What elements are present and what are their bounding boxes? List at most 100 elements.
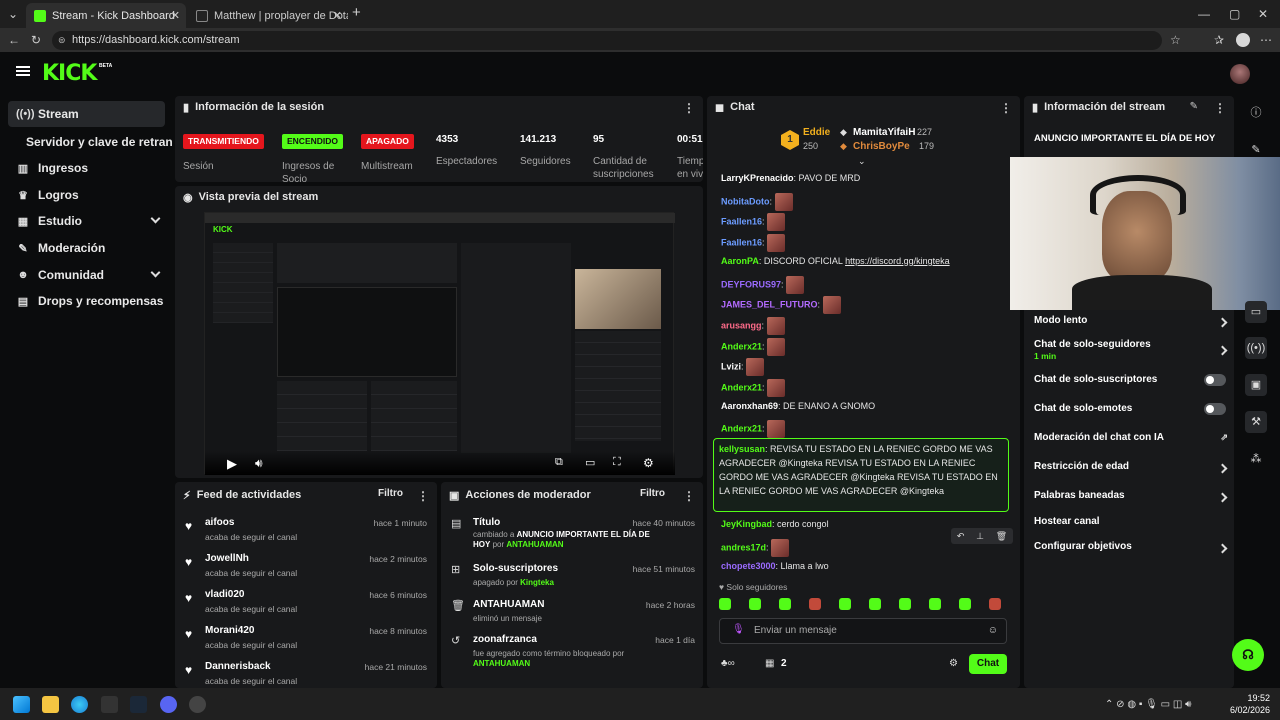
hamburger-menu-icon[interactable] [16, 66, 30, 68]
emote-icon[interactable] [786, 275, 805, 294]
site-info-icon[interactable]: ⊜ [58, 31, 66, 50]
chat-username[interactable]: Anderx21 [721, 424, 762, 434]
microphone-icon[interactable]: 🎙︎ [732, 624, 745, 635]
chat-link[interactable]: https://discord.gg/kingteka [845, 256, 950, 266]
support-button[interactable]: ☊ [1232, 639, 1264, 671]
chat-username[interactable]: Lvizi [721, 362, 741, 372]
delete-icon[interactable]: 🗑︎ [996, 531, 1007, 542]
pin-icon[interactable]: ⊥ [976, 531, 984, 542]
mod-action-title[interactable]: ANTAHUAMAN [473, 599, 544, 610]
setting-ai-moderation[interactable]: Moderación del chat con IA ⇗ [1034, 432, 1234, 443]
setting-host-channel[interactable]: Hostear canal [1034, 516, 1234, 527]
quick-emote-icon[interactable] [899, 598, 911, 610]
emote-icon[interactable] [767, 234, 786, 253]
sidebar-item-comunidad[interactable]: ☻ Comunidad [8, 262, 165, 288]
edge-browser-icon[interactable] [71, 696, 88, 713]
chat-username[interactable]: LarryKPrenacido [721, 173, 794, 183]
sidebar-item-stream[interactable]: ((•)) Stream [8, 101, 165, 127]
wrench-icon[interactable]: ⚒ [1245, 411, 1267, 433]
sidebar-item-drops[interactable]: ▤ Drops y recompensas [8, 288, 165, 314]
system-tray-icons[interactable]: ⌃ ⊘ ◍ ▪ 🎙︎ ▭ ◫ 🔊︎ [1105, 699, 1191, 710]
chat-username[interactable]: Anderx21 [721, 341, 762, 351]
pip-icon[interactable]: ⧉ [555, 456, 563, 469]
settings-gear-icon[interactable]: ⚙ [643, 456, 654, 470]
more-options-icon[interactable]: ⋮ [683, 489, 695, 503]
sidebar-item-estudio[interactable]: ▦ Estudio [8, 208, 165, 234]
follower-name[interactable]: JowellNh [205, 553, 249, 564]
discord-icon[interactable] [160, 696, 177, 713]
follower-name[interactable]: vladi020 [205, 589, 244, 600]
quick-emote-icon[interactable] [779, 598, 791, 610]
quick-emote-icon[interactable] [989, 598, 1001, 610]
quick-emote-icon[interactable] [719, 598, 731, 610]
chat-username[interactable]: andres17d [721, 542, 766, 552]
moderator-name[interactable]: ANTAHUAMAN [506, 540, 563, 549]
top-gifter-name[interactable]: Eddie [803, 127, 830, 138]
emote-icon[interactable] [766, 316, 785, 335]
steam-icon[interactable] [130, 696, 147, 713]
chat-username[interactable]: JeyKingbad [721, 519, 772, 529]
subscribers-only-toggle[interactable] [1204, 374, 1226, 386]
clock-time[interactable]: 19:52 [1230, 693, 1270, 703]
profile-avatar[interactable] [1236, 33, 1250, 47]
edit-pencil-icon[interactable]: ✎ [1190, 101, 1198, 112]
fullscreen-icon[interactable]: ⛶ [613, 456, 621, 469]
gift-box-icon[interactable]: ▦ [765, 658, 774, 669]
emote-icon[interactable] [767, 379, 786, 397]
chat-username[interactable]: kellysusan [719, 444, 765, 454]
emote-icon[interactable] [767, 213, 786, 232]
theater-icon[interactable]: ▭ [585, 456, 595, 469]
chat-username[interactable]: DEYFORUS97 [721, 279, 781, 289]
moderator-name[interactable]: Kingteka [520, 578, 554, 587]
volume-icon[interactable]: 🔊︎ [255, 456, 263, 471]
video-player[interactable]: KICK ▶ 🔊︎ ⧉ ▭ ⛶ ⚙ [204, 212, 675, 475]
setting-slow-mode[interactable]: Modo lento [1034, 315, 1234, 328]
reload-icon[interactable]: ↻ [31, 33, 41, 47]
emote-icon[interactable] [774, 192, 793, 211]
chat-settings-gear-icon[interactable]: ⚙ [949, 658, 958, 669]
sidebar-item-server-key[interactable]: Servidor y clave de retransmisión [18, 129, 172, 155]
setting-goals[interactable]: Configurar objetivos [1034, 541, 1234, 554]
quick-emote-icon[interactable] [929, 598, 941, 610]
emotes-only-toggle[interactable] [1204, 403, 1226, 415]
more-options-icon[interactable]: ⋮ [417, 489, 429, 503]
send-chat-button[interactable]: Chat [969, 654, 1007, 674]
settings-app-icon[interactable] [189, 696, 206, 713]
emote-icon[interactable] [771, 539, 790, 557]
quick-emote-icon[interactable] [869, 598, 881, 610]
community-icon[interactable]: ♣︎∞ [721, 658, 735, 669]
browser-menu-icon[interactable]: ⋯ [1260, 33, 1272, 47]
tab-matthew[interactable]: Matthew | proplayer de DotaHoy ✕ [188, 3, 348, 28]
chat-username[interactable]: JAMES_DEL_FUTURO [721, 300, 818, 310]
tab-list-icon[interactable]: ⌄ [8, 7, 18, 21]
sidebar-item-ingresos[interactable]: ▥ Ingresos [8, 155, 165, 181]
reply-icon[interactable]: ↶ [957, 531, 965, 542]
chat-username[interactable]: chopete3000 [721, 561, 776, 571]
emote-icon[interactable] [822, 296, 841, 315]
windows-start-icon[interactable] [13, 696, 30, 713]
sidebar-item-logros[interactable]: ♛ Logros [8, 182, 165, 208]
close-window-icon[interactable]: ✕ [1258, 7, 1268, 21]
emote-icon[interactable] [746, 358, 765, 377]
top-gifter-name[interactable]: MamitaYifaiH [853, 127, 915, 138]
kick-logo[interactable]: KICK [42, 61, 97, 86]
emote-picker-icon[interactable]: ☺ [988, 625, 998, 636]
setting-followers-only[interactable]: Chat de solo-seguidores 1 min [1034, 339, 1234, 361]
follower-name[interactable]: aifoos [205, 517, 234, 528]
close-tab-icon[interactable]: ✕ [171, 9, 180, 22]
favorite-star-icon[interactable]: ☆ [1170, 33, 1181, 47]
favorites-icon[interactable]: ✰ [1214, 33, 1224, 47]
emote-icon[interactable] [767, 420, 786, 439]
tab-kick-dashboard[interactable]: Stream - Kick Dashboard ✕ [26, 3, 186, 28]
back-icon[interactable]: ← [8, 33, 20, 47]
more-options-icon[interactable]: ⋮ [1214, 101, 1226, 115]
play-icon[interactable]: ▶ [227, 456, 237, 472]
close-tab-icon[interactable]: ✕ [333, 9, 342, 22]
chat-username[interactable]: Faallen16 [721, 217, 762, 227]
quick-emote-icon[interactable] [749, 598, 761, 610]
broadcast-icon[interactable]: ((•)) [1245, 337, 1267, 359]
chat-input[interactable]: 🎙︎ Enviar un mensaje ☺ [719, 618, 1007, 644]
top-gifter-name[interactable]: ChrisBoyPe [853, 141, 910, 152]
filter-button[interactable]: Filtro [378, 488, 403, 499]
setting-age-restriction[interactable]: Restricción de edad [1034, 461, 1234, 474]
